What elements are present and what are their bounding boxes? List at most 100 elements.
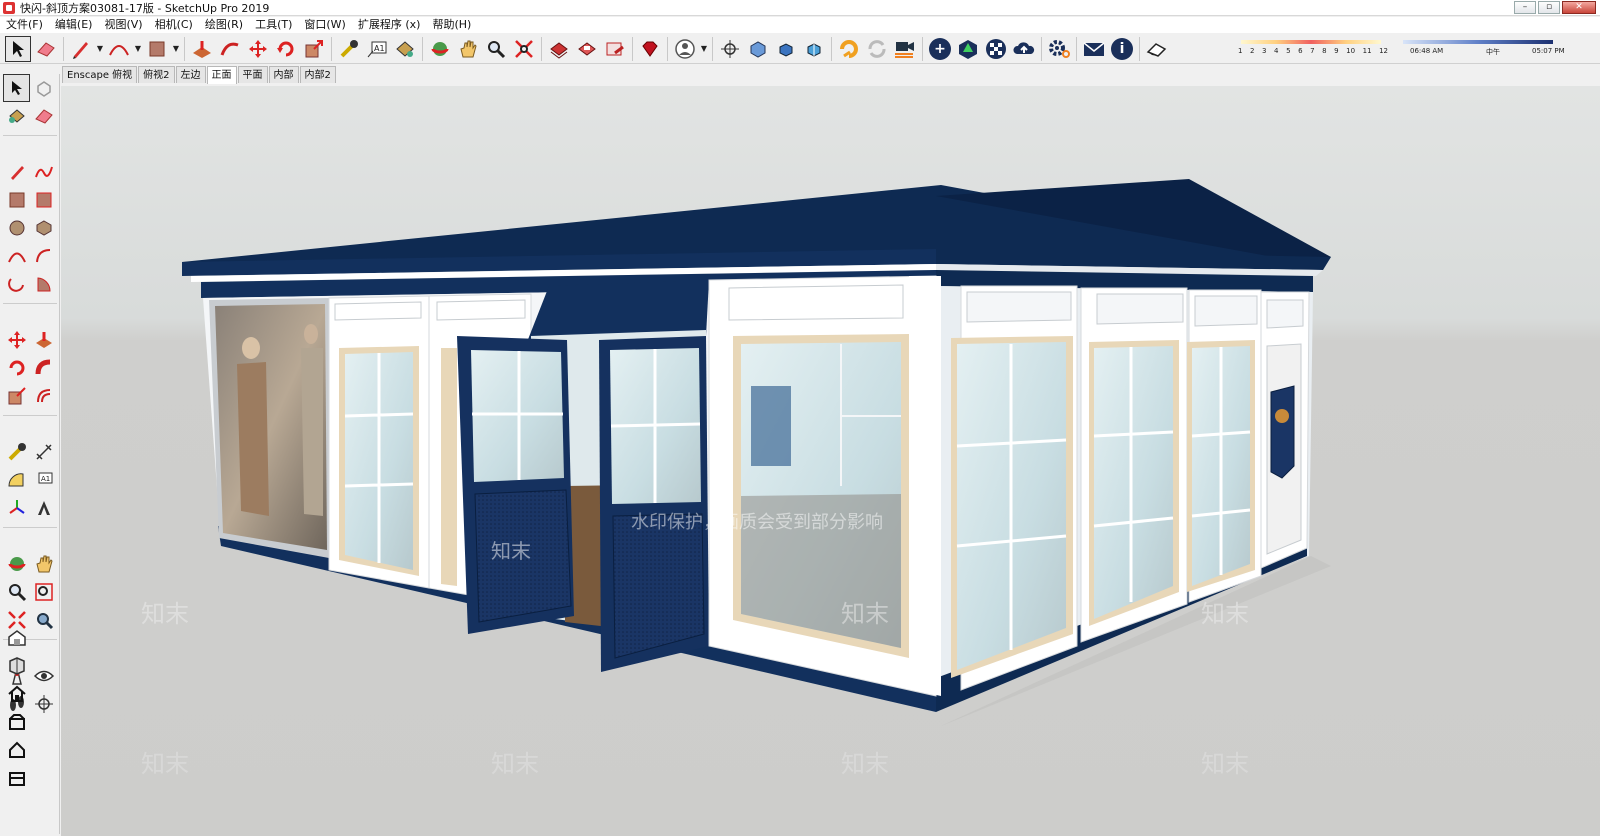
text-tool-icon[interactable]: A1 bbox=[30, 466, 57, 494]
ruby-icon[interactable] bbox=[637, 36, 663, 62]
settings-icon[interactable] bbox=[1046, 36, 1072, 62]
scene-tab-top2[interactable]: 俯视2 bbox=[138, 66, 175, 83]
pencil-dropdown-chevron-down-icon[interactable]: ▼ bbox=[95, 44, 105, 53]
storage-box-icon[interactable] bbox=[3, 708, 30, 736]
sync-icon[interactable] bbox=[864, 36, 890, 62]
axes-tool-icon[interactable] bbox=[3, 494, 30, 522]
move-icon[interactable] bbox=[245, 36, 271, 62]
mail-icon[interactable] bbox=[1081, 36, 1107, 62]
warehouse-house-icon[interactable] bbox=[3, 624, 30, 652]
two-point-arc-tool-icon[interactable] bbox=[30, 242, 57, 270]
scale-tool-icon[interactable] bbox=[3, 382, 30, 410]
pie-tool-icon[interactable] bbox=[30, 270, 57, 298]
look-around-tool-icon[interactable] bbox=[30, 662, 57, 690]
previous-view-tool-icon[interactable] bbox=[30, 606, 57, 634]
dimension-tool-icon[interactable] bbox=[30, 438, 57, 466]
menu-view[interactable]: 视图(V) bbox=[98, 17, 148, 33]
right-door-panel[interactable] bbox=[599, 336, 709, 672]
select-arrow-icon[interactable] bbox=[5, 35, 31, 62]
info-icon[interactable]: i bbox=[1109, 36, 1135, 62]
section-fill-icon[interactable] bbox=[801, 36, 827, 62]
menu-window[interactable]: 窗口(W) bbox=[298, 17, 351, 33]
pushpull-icon[interactable] bbox=[189, 36, 215, 62]
menu-extensions[interactable]: 扩展程序 (x) bbox=[352, 17, 427, 33]
menu-draw[interactable]: 绘图(R) bbox=[199, 17, 249, 33]
shadow-eraser-icon[interactable] bbox=[1144, 36, 1170, 62]
line-tool-icon[interactable] bbox=[3, 158, 30, 186]
rectangle-tool-icon[interactable] bbox=[3, 186, 30, 214]
component-box-icon[interactable] bbox=[3, 652, 30, 680]
arc-tool-icon[interactable] bbox=[3, 242, 30, 270]
section-cut-icon[interactable] bbox=[745, 36, 771, 62]
drawer-icon[interactable] bbox=[3, 764, 30, 792]
checker-icon[interactable] bbox=[983, 36, 1009, 62]
eraser-tool-icon[interactable] bbox=[30, 102, 57, 130]
zoom-extents-icon[interactable] bbox=[511, 36, 537, 62]
close-button[interactable]: ✕ bbox=[1562, 1, 1596, 14]
scale-icon[interactable] bbox=[301, 36, 327, 62]
add-icon[interactable]: + bbox=[927, 36, 953, 62]
paint-bucket-tool-icon[interactable] bbox=[3, 102, 30, 130]
minimize-button[interactable]: – bbox=[1514, 1, 1536, 14]
section-plane-tool-icon[interactable] bbox=[30, 690, 57, 718]
pan-icon[interactable] bbox=[455, 36, 481, 62]
pan-tool-icon[interactable] bbox=[30, 550, 57, 578]
circle-tool-icon[interactable] bbox=[3, 214, 30, 242]
pencil-icon[interactable] bbox=[68, 36, 94, 62]
menu-camera[interactable]: 相机(C) bbox=[149, 17, 199, 33]
zoom-tool-icon[interactable] bbox=[3, 578, 30, 606]
zoom-icon[interactable] bbox=[483, 36, 509, 62]
scene-tab-interior[interactable]: 内部 bbox=[268, 66, 299, 83]
menu-help[interactable]: 帮助(H) bbox=[426, 17, 477, 33]
enscape-icon[interactable] bbox=[836, 36, 862, 62]
3d-text-tool-icon[interactable] bbox=[30, 494, 57, 522]
account-dropdown-chevron-down-icon[interactable]: ▼ bbox=[699, 44, 709, 53]
menu-file[interactable]: 文件(F) bbox=[0, 17, 49, 33]
section-plane-icon[interactable] bbox=[717, 36, 743, 62]
tree-icon[interactable] bbox=[955, 36, 981, 62]
pushpull-tool-icon[interactable] bbox=[30, 326, 57, 354]
left-door-panel[interactable] bbox=[457, 336, 574, 634]
move-tool-icon[interactable] bbox=[3, 326, 30, 354]
offset-tool-icon[interactable] bbox=[30, 382, 57, 410]
orbit-icon[interactable] bbox=[427, 36, 453, 62]
model-viewport[interactable]: 水印保护，画质会受到部分影响 知末 知末 知末 知末 知末 知末 知末 知末 bbox=[61, 86, 1600, 836]
followme-tool-icon[interactable] bbox=[30, 354, 57, 382]
followme-icon[interactable] bbox=[217, 36, 243, 62]
scene-tab-interior2[interactable]: 内部2 bbox=[299, 66, 336, 83]
rotated-rectangle-tool-icon[interactable] bbox=[30, 186, 57, 214]
layout-icon[interactable] bbox=[602, 36, 628, 62]
restore-button[interactable]: ▫ bbox=[1538, 1, 1560, 14]
rotate-icon[interactable] bbox=[273, 36, 299, 62]
select-tool-icon[interactable] bbox=[3, 74, 30, 102]
shadow-time-slider[interactable] bbox=[1403, 40, 1553, 44]
home-icon[interactable] bbox=[3, 680, 30, 708]
user-account-icon[interactable] bbox=[672, 36, 698, 62]
text-icon[interactable]: A1 bbox=[364, 36, 390, 62]
three-point-arc-tool-icon[interactable] bbox=[3, 270, 30, 298]
house-outline-icon[interactable] bbox=[3, 736, 30, 764]
tape-measure-tool-icon[interactable] bbox=[3, 438, 30, 466]
scene-tab-enscape-top[interactable]: Enscape 俯视 bbox=[62, 66, 138, 83]
section-display-icon[interactable] bbox=[773, 36, 799, 62]
tape-measure-icon[interactable] bbox=[336, 36, 362, 62]
freehand-tool-icon[interactable] bbox=[30, 158, 57, 186]
scene-tab-front[interactable]: 正面 bbox=[206, 66, 237, 84]
paint-bucket-icon[interactable] bbox=[392, 36, 418, 62]
scene-tab-left[interactable]: 左边 bbox=[175, 66, 206, 83]
shadow-month-slider[interactable] bbox=[1241, 40, 1381, 44]
rectangle-dropdown-chevron-down-icon[interactable]: ▼ bbox=[171, 44, 181, 53]
polygon-tool-icon[interactable] bbox=[30, 214, 57, 242]
scene-tab-plan[interactable]: 平面 bbox=[237, 66, 268, 83]
zoom-window-tool-icon[interactable] bbox=[30, 578, 57, 606]
eraser-icon[interactable] bbox=[33, 36, 59, 62]
video-icon[interactable] bbox=[892, 36, 918, 62]
warehouse-icon[interactable] bbox=[546, 36, 572, 62]
cloud-icon[interactable] bbox=[1011, 36, 1037, 62]
extension-warehouse-icon[interactable] bbox=[574, 36, 600, 62]
arc-icon[interactable] bbox=[106, 36, 132, 62]
orbit-tool-icon[interactable] bbox=[3, 550, 30, 578]
arc-dropdown-chevron-down-icon[interactable]: ▼ bbox=[133, 44, 143, 53]
rotate-tool-icon[interactable] bbox=[3, 354, 30, 382]
make-component-icon[interactable] bbox=[30, 74, 57, 102]
